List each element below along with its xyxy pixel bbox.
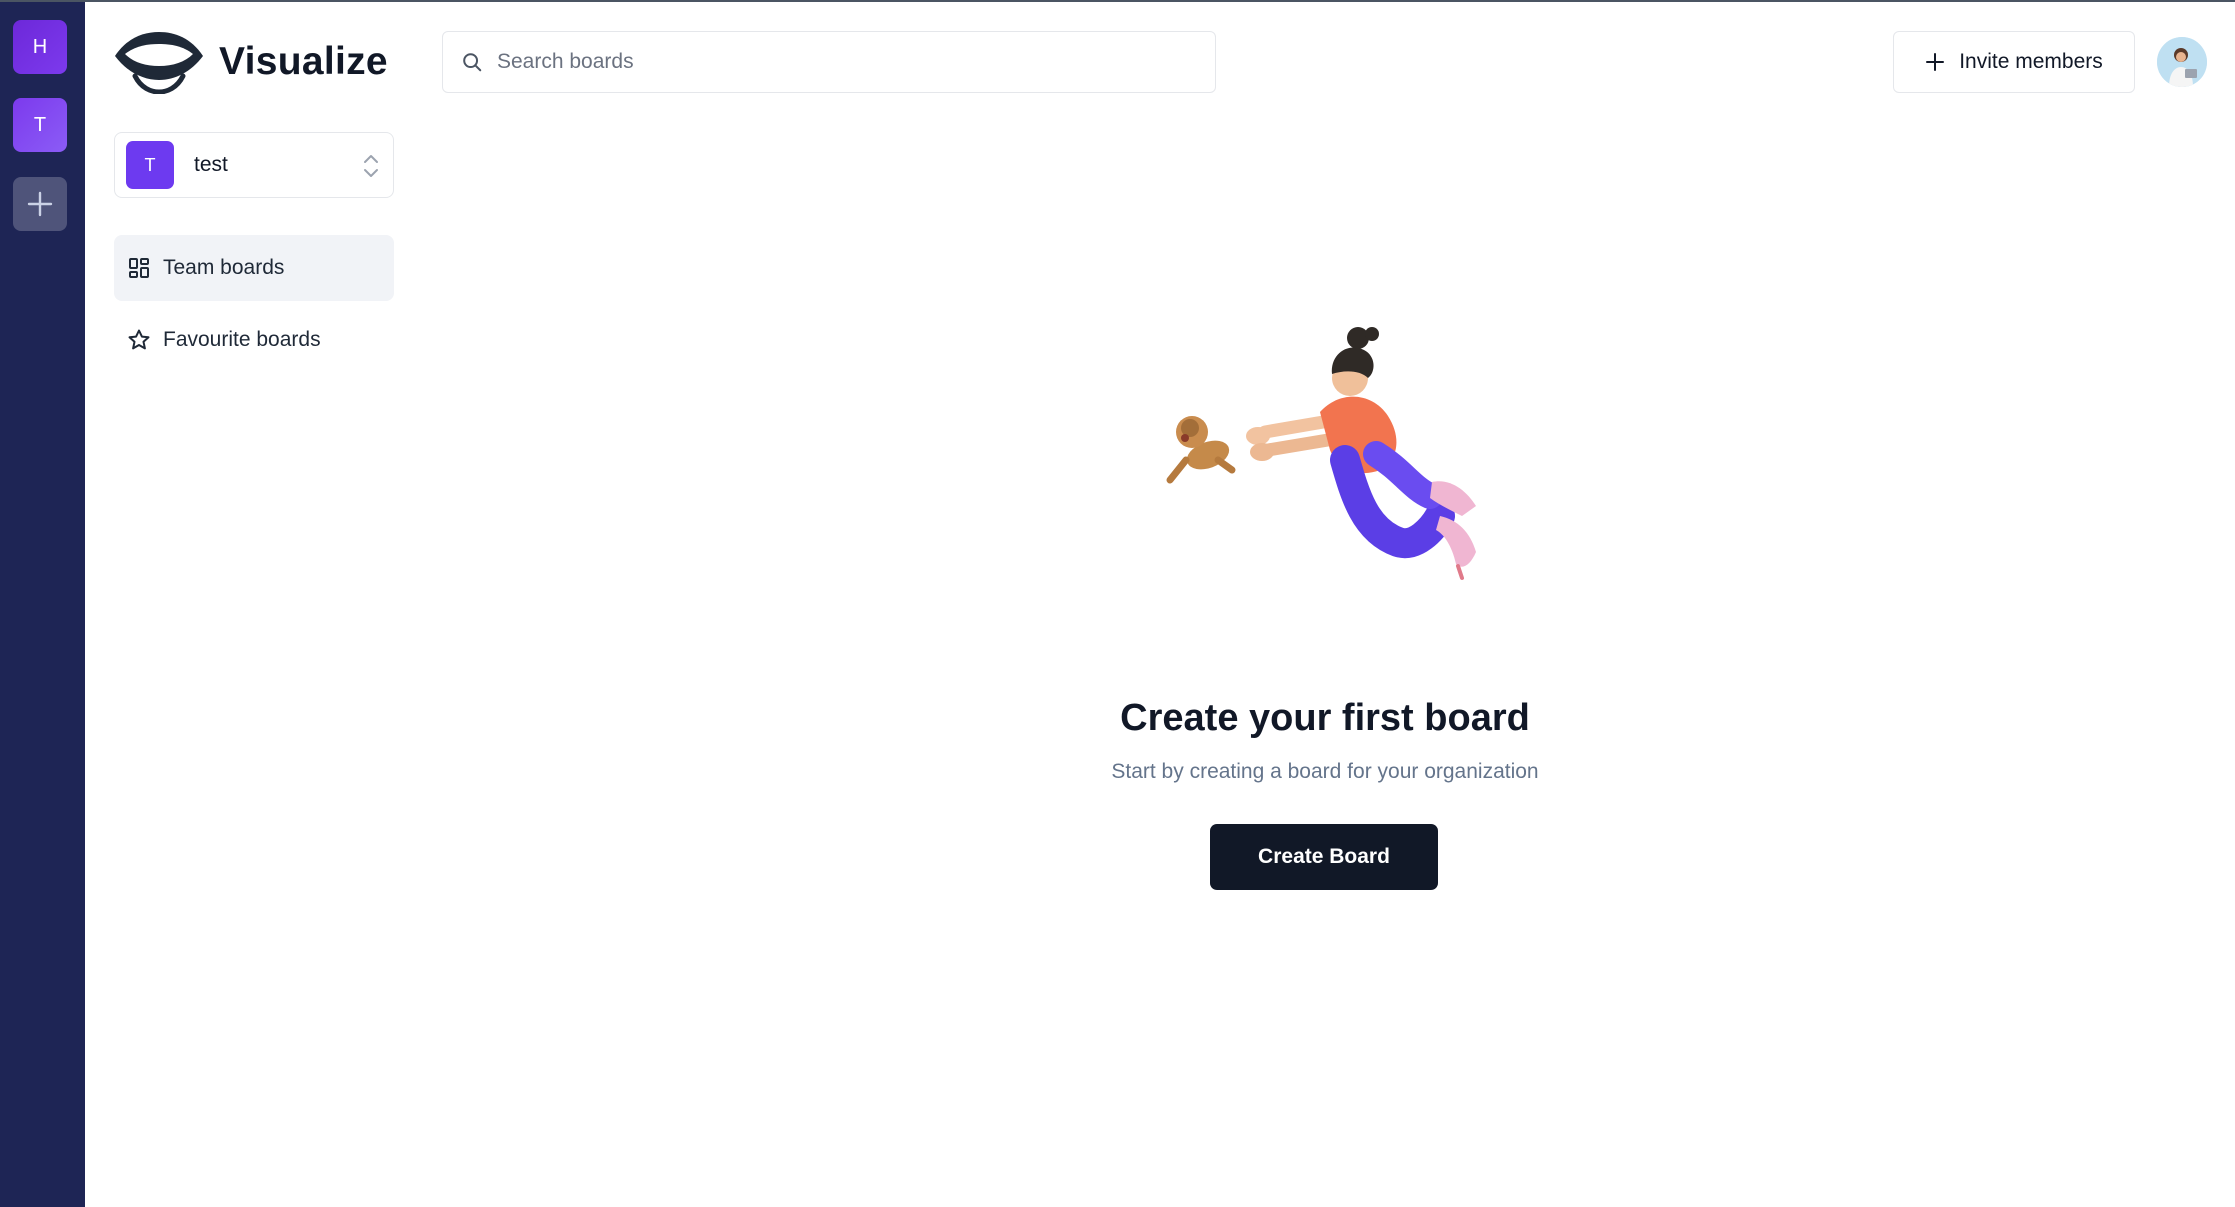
nav-favourite-boards[interactable]: Favourite boards: [114, 307, 394, 373]
search-icon: [463, 53, 482, 72]
org-initial: H: [32, 35, 48, 58]
search-box[interactable]: [442, 31, 1216, 93]
invite-label: Invite members: [1959, 50, 2103, 73]
nav-team-boards[interactable]: Team boards: [114, 235, 394, 301]
plus-icon: [1925, 52, 1945, 72]
dog-figure: [1166, 416, 1236, 484]
org-avatar-initial: T: [144, 154, 156, 175]
org-initial: T: [33, 113, 47, 136]
org-switcher[interactable]: T test: [114, 132, 394, 198]
brand-logo[interactable]: Visualize: [113, 30, 388, 94]
org-name: test: [194, 153, 228, 176]
invite-members-button[interactable]: Invite members: [1893, 31, 2135, 93]
add-org-button[interactable]: [13, 177, 67, 231]
search-input[interactable]: [497, 50, 1177, 74]
dashboard-grid-icon: [127, 256, 151, 280]
org-rail: H T: [0, 2, 85, 1207]
eye-logo-icon: [115, 32, 203, 94]
create-board-label: Create Board: [1258, 845, 1390, 868]
nav-label: Team boards: [163, 256, 285, 279]
org-button-h[interactable]: H: [13, 20, 67, 74]
org-avatar: T: [126, 141, 174, 189]
create-board-button[interactable]: Create Board: [1210, 824, 1438, 890]
plus-icon: [27, 191, 53, 217]
chevron-up-down-icon: [364, 155, 378, 177]
nav-label: Favourite boards: [163, 328, 321, 351]
empty-state-subtitle: Start by creating a board for your organ…: [1111, 760, 1539, 783]
top-border: [0, 0, 2235, 2]
person-chasing-dog-illustration: [1166, 327, 1476, 580]
empty-state-title: Create your first board: [1120, 697, 1530, 739]
org-button-t[interactable]: T: [13, 98, 67, 152]
brand-name: Visualize: [219, 40, 388, 83]
star-icon: [127, 328, 151, 352]
user-avatar[interactable]: [2157, 37, 2207, 87]
avatar-image: [2157, 37, 2207, 87]
